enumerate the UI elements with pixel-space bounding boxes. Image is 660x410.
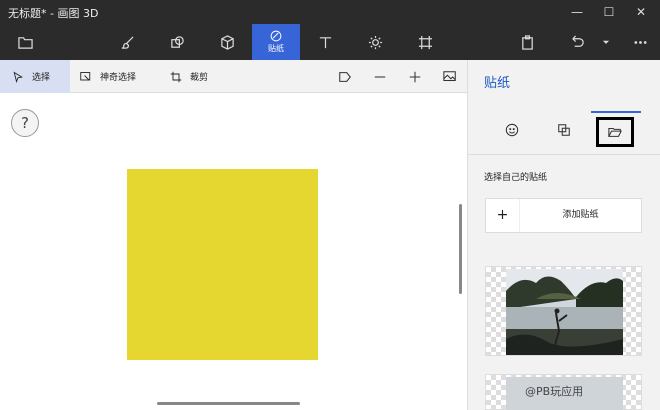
crop-button[interactable]: 裁剪 [170,60,208,93]
sticker-icon [270,30,282,42]
undo-icon [571,35,584,47]
cube-icon [220,34,234,50]
maximize-button[interactable]: ☐ [594,3,624,21]
3d-view-icon [339,71,351,82]
crop-label: 裁剪 [190,73,209,83]
yellow-square-shape[interactable] [127,169,318,360]
3d-shapes-button[interactable] [207,24,247,60]
paste-button[interactable] [507,24,547,60]
magic-select-icon [80,71,91,80]
vertical-scrollbar[interactable] [459,204,462,294]
plus-icon [409,71,421,82]
custom-sticker-tab-button[interactable] [596,117,634,147]
magic-select-label: 神奇选择 [100,73,137,83]
sticker-photo [506,269,623,355]
stickers-tab-label: 贴纸 [268,44,284,53]
text-icon [319,36,331,48]
menu-button[interactable] [5,24,45,60]
more-icon [633,40,647,44]
add-sticker-label: 添加贴纸 [562,210,599,220]
brush-icon [121,35,134,49]
2d-shapes-icon [170,35,184,48]
clipboard-icon [521,34,533,50]
canvas-button[interactable] [405,24,445,60]
sun-icon [368,35,382,49]
view-options-button[interactable] [436,60,464,93]
history-dropdown[interactable] [592,24,620,60]
selection-toolbar: 选择 神奇选择 裁剪 [0,60,467,93]
panel-title: 贴纸 [484,76,511,91]
watermark-text: @PB玩应用 [525,385,584,398]
texture-icon [558,124,570,136]
undo-button[interactable] [557,24,597,60]
select-label: 选择 [32,73,51,83]
stickers-panel: 贴纸 选择自己的贴纸 + 添加贴纸 [467,60,660,410]
chevron-down-icon [602,40,610,44]
custom-sticker-label: 选择自己的贴纸 [484,173,548,183]
2d-shapes-button[interactable] [157,24,197,60]
active-tab-indicator [591,111,641,113]
lake-photo [506,269,623,355]
magic-select-button[interactable]: 神奇选择 [80,60,136,93]
sticker-thumbnail[interactable] [485,266,642,356]
textures-tab-button[interactable] [542,112,586,148]
smiley-sticker-icon [505,123,519,137]
image-icon [443,70,456,81]
horizontal-scrollbar[interactable] [157,402,300,405]
folder-icon [17,36,33,49]
effects-button[interactable] [355,24,395,60]
close-button[interactable]: ✕ [626,3,656,21]
minus-icon [374,75,386,78]
help-button[interactable]: ? [11,109,39,137]
select-button[interactable]: 选择 [0,60,70,93]
main-toolbar: 贴纸 [0,24,660,60]
more-button[interactable] [620,24,660,60]
minimize-button[interactable]: — [562,3,592,21]
canvas-icon [418,35,432,49]
brushes-button[interactable] [107,24,147,60]
stickers-tab[interactable]: 贴纸 [252,24,300,60]
cursor-icon [13,71,23,83]
stickers-tab-button[interactable] [490,112,534,148]
zoom-out-button[interactable] [366,60,394,93]
title-bar: 无标题* - 画图 3D — ☐ ✕ [0,0,660,24]
crop-icon [170,71,182,82]
panel-divider [468,154,660,155]
folder-open-icon [608,127,622,137]
canvas-area[interactable]: ? [0,94,467,410]
add-sticker-button[interactable]: + 添加贴纸 [485,198,642,233]
text-button[interactable] [305,24,345,60]
view-3d-button[interactable] [331,60,359,93]
window-title: 无标题* - 画图 3D [8,7,99,20]
zoom-in-button[interactable] [401,60,429,93]
plus-icon: + [486,199,520,232]
